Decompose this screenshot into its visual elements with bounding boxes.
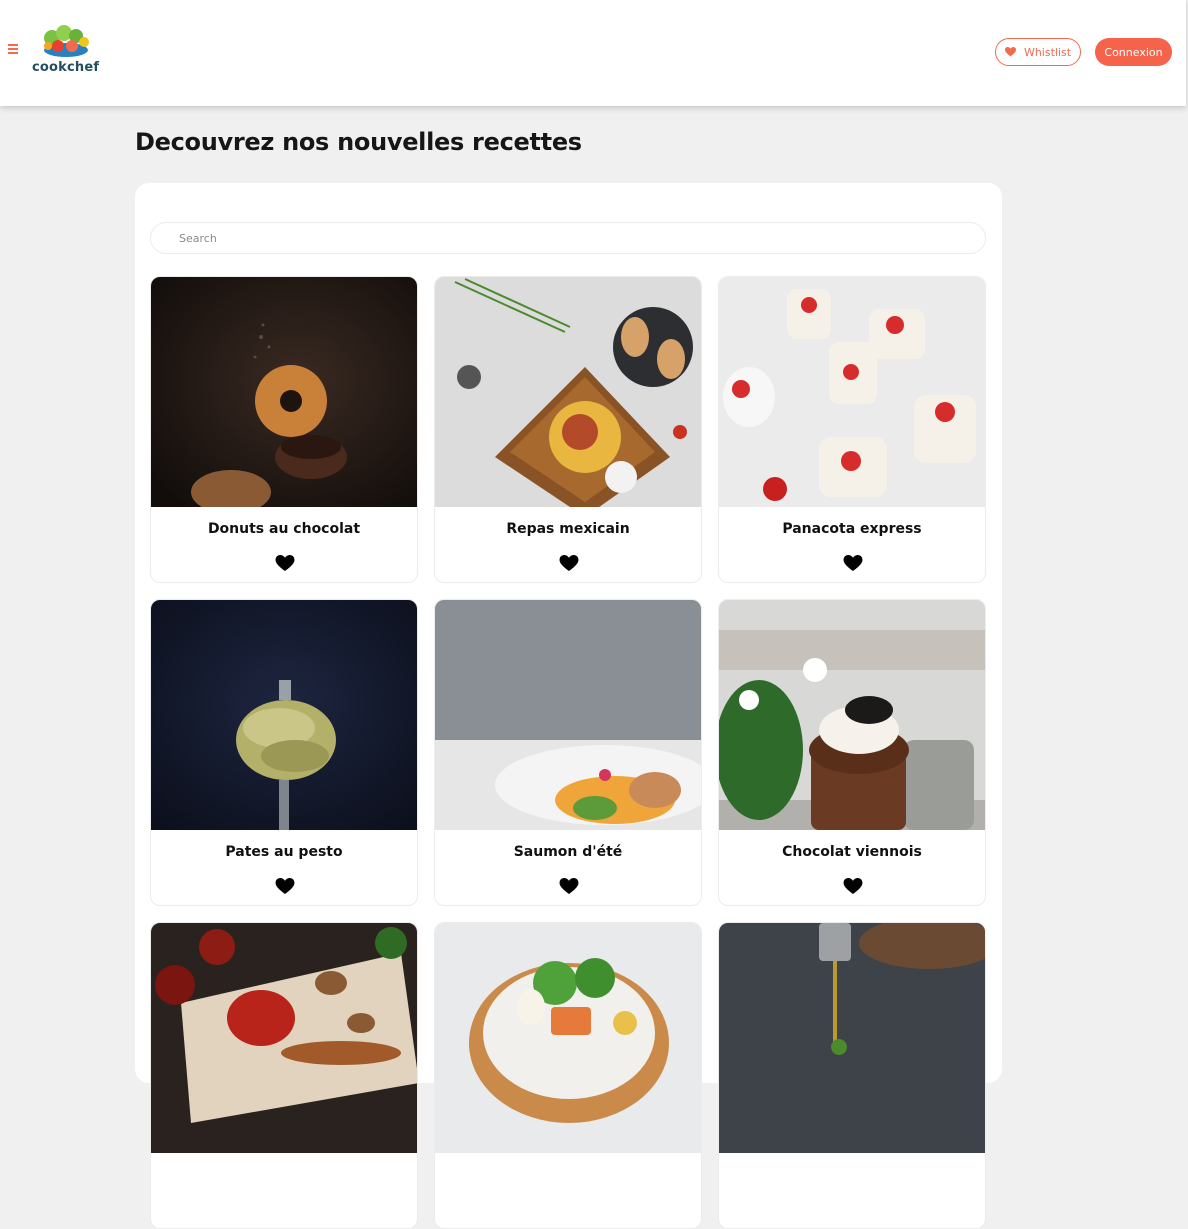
nachos-photo [435, 277, 701, 507]
heart-icon[interactable] [843, 555, 863, 572]
donuts-photo [151, 277, 417, 507]
recipe-card[interactable]: Pates au pesto [150, 599, 418, 906]
recipes-panel: Donuts au chocolat Repas mexicain [135, 183, 1002, 1229]
recipe-card[interactable] [150, 922, 418, 1229]
logo-vegetables-icon [44, 25, 89, 57]
heart-icon[interactable] [275, 878, 295, 895]
oil-pour-photo [719, 923, 985, 1153]
page-title: Decouvrez nos nouvelles recettes [135, 128, 582, 156]
recipe-card[interactable]: Chocolat viennois [718, 599, 986, 906]
heart-icon[interactable] [843, 878, 863, 895]
recipe-card[interactable]: Panacota express [718, 276, 986, 583]
recipe-card[interactable] [434, 922, 702, 1229]
recipe-title: Donuts au chocolat [207, 521, 361, 537]
site-header: cookchef Whistlist Connexion [0, 0, 1186, 106]
recipe-title: Chocolat viennois [782, 844, 922, 860]
heart-icon [1004, 47, 1016, 57]
grilled-meat-photo [151, 923, 417, 1153]
salad-bowl-photo [435, 923, 701, 1153]
pesto-pasta-photo [151, 600, 417, 830]
heart-icon[interactable] [275, 555, 295, 572]
recipe-card[interactable] [718, 922, 986, 1229]
recipe-title: Pates au pesto [225, 844, 343, 860]
connexion-label: Connexion [1104, 45, 1163, 59]
recipe-title: Repas mexicain [506, 521, 630, 537]
recipe-title: Saumon d'été [513, 844, 623, 860]
recipe-card[interactable]: Repas mexicain [434, 276, 702, 583]
search-input[interactable] [150, 222, 986, 254]
panna-cotta-photo [719, 277, 985, 507]
salmon-photo [435, 600, 701, 830]
heart-icon[interactable] [559, 555, 579, 572]
whislist-label: Whistlist [1023, 45, 1072, 59]
chocolate-dessert-photo [719, 600, 985, 830]
hamburger-menu-icon[interactable] [8, 44, 20, 56]
cookchef-logo[interactable]: cookchef [28, 24, 100, 80]
logo-text: cookchef [32, 60, 100, 75]
recipe-title: Panacota express [782, 521, 922, 537]
heart-icon[interactable] [559, 878, 579, 895]
recipe-card[interactable]: Saumon d'été [434, 599, 702, 906]
connexion-button[interactable]: Connexion [1095, 38, 1172, 66]
recipe-card[interactable]: Donuts au chocolat [150, 276, 418, 583]
whislist-button[interactable]: Whistlist [995, 38, 1081, 66]
